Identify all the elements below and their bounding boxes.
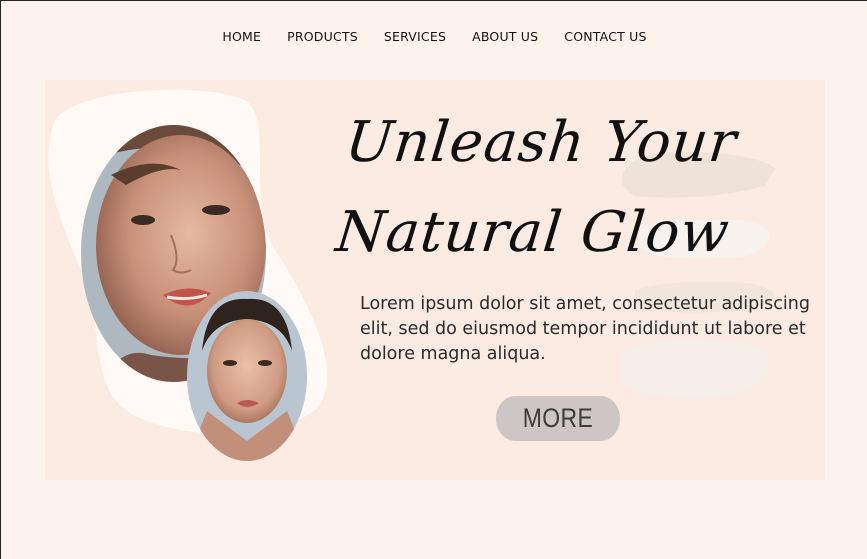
- headline-line-1: Unleash Your: [342, 110, 741, 175]
- hero-section: Unleash Your Natural Glow Lorem ipsum do…: [45, 80, 825, 480]
- portrait-small-image: [187, 291, 307, 461]
- hero-headline: Unleash Your Natural Glow: [332, 98, 771, 278]
- nav-about-us[interactable]: ABOUT US: [459, 29, 551, 44]
- nav-contact-us[interactable]: CONTACT US: [551, 29, 659, 44]
- headline-line-2: Natural Glow: [332, 200, 733, 265]
- nav-products[interactable]: PRODUCTS: [274, 29, 371, 44]
- more-button[interactable]: MORE: [495, 396, 621, 441]
- nav-home[interactable]: HOME: [209, 29, 274, 44]
- nav-services[interactable]: SERVICES: [371, 29, 459, 44]
- hero-description: Lorem ipsum dolor sit amet, consectetur …: [360, 294, 810, 364]
- top-navigation: HOME PRODUCTS SERVICES ABOUT US CONTACT …: [1, 29, 867, 44]
